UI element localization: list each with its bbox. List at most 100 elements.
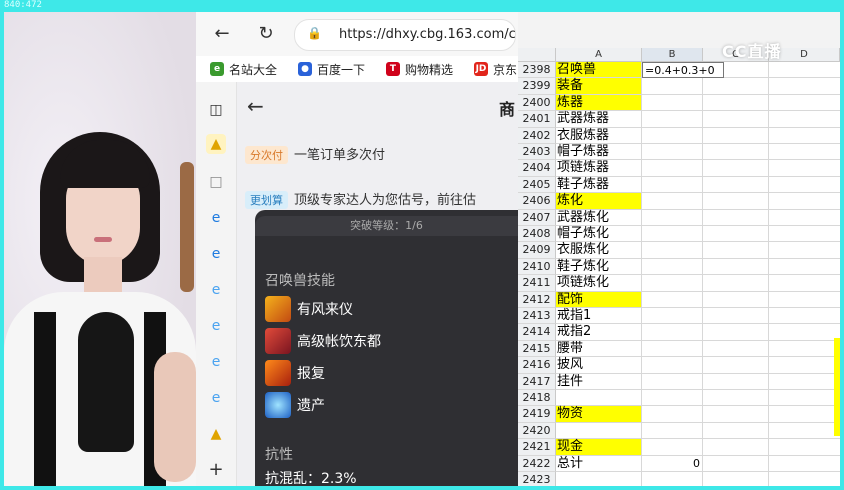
- cell-d[interactable]: [769, 160, 840, 177]
- cell-b[interactable]: [642, 422, 703, 440]
- cell-c[interactable]: [703, 439, 769, 456]
- cell-a[interactable]: 现金: [556, 439, 642, 456]
- row-number[interactable]: 2409: [518, 242, 556, 259]
- cell-a[interactable]: 披风: [556, 357, 642, 374]
- cell-c[interactable]: [703, 390, 769, 407]
- installment-row[interactable]: 分次付 一笔订单多次付: [245, 144, 385, 164]
- row-number[interactable]: 2402: [518, 127, 556, 144]
- cell-d[interactable]: [769, 374, 840, 390]
- row-number[interactable]: 2417: [518, 373, 556, 390]
- row-number[interactable]: 2422: [518, 455, 556, 472]
- skill-item[interactable]: 报复: [265, 360, 325, 386]
- cell-a[interactable]: [556, 472, 642, 486]
- cell-a[interactable]: 挂件: [556, 373, 642, 390]
- cell-d[interactable]: [769, 308, 840, 325]
- cell-a[interactable]: 武器炼器: [556, 111, 642, 128]
- cell-c[interactable]: [703, 422, 769, 440]
- row-number[interactable]: 2401: [518, 111, 556, 128]
- appraise-row[interactable]: 更划算 顶级专家达人为您估号，前往估: [245, 189, 476, 209]
- bookmark-item[interactable]: e 名站大全: [210, 60, 277, 78]
- cell-c[interactable]: [703, 357, 769, 374]
- cell-d[interactable]: [769, 144, 840, 161]
- cell-a[interactable]: 帽子炼化: [556, 226, 642, 243]
- row-number[interactable]: 2415: [518, 340, 556, 358]
- row-number[interactable]: 2414: [518, 324, 556, 341]
- cell-a[interactable]: 物资: [556, 406, 642, 423]
- cell-a[interactable]: 装备: [556, 78, 642, 95]
- cell-d[interactable]: [769, 226, 840, 243]
- cell-c[interactable]: [703, 94, 769, 112]
- cell-c[interactable]: [703, 258, 769, 276]
- cell-a[interactable]: 衣服炼器: [556, 127, 642, 144]
- row-number[interactable]: 2403: [518, 144, 556, 161]
- cell-a[interactable]: 炼化: [556, 193, 642, 210]
- row-number[interactable]: 2406: [518, 193, 556, 210]
- cell-b[interactable]: [642, 258, 703, 276]
- cell-c[interactable]: [703, 226, 769, 243]
- cell-d[interactable]: [769, 111, 840, 128]
- cell-d[interactable]: [769, 177, 840, 194]
- cell-a[interactable]: 武器炼化: [556, 209, 642, 226]
- cell-b[interactable]: [642, 390, 703, 407]
- row-number[interactable]: 2420: [518, 422, 556, 440]
- cell-b[interactable]: [642, 340, 703, 358]
- cell-a[interactable]: 项链炼化: [556, 275, 642, 292]
- cell-c[interactable]: [703, 160, 769, 177]
- document-icon[interactable]: □: [206, 172, 226, 192]
- cell-d[interactable]: [769, 95, 840, 112]
- cell-a[interactable]: 帽子炼器: [556, 144, 642, 161]
- cell-a[interactable]: 配饰: [556, 291, 642, 308]
- cell-d[interactable]: [769, 292, 840, 308]
- cell-c[interactable]: [703, 127, 769, 144]
- corner-cell[interactable]: [518, 48, 556, 62]
- row-number[interactable]: 2407: [518, 209, 556, 226]
- row-number[interactable]: 2400: [518, 94, 556, 112]
- row-number[interactable]: 2419: [518, 406, 556, 423]
- bookmark-item[interactable]: JD 京东: [474, 60, 517, 78]
- cell-d[interactable]: [769, 406, 840, 423]
- cell-d[interactable]: [769, 341, 840, 358]
- cell-b[interactable]: [642, 111, 703, 128]
- cell-b[interactable]: [642, 144, 703, 161]
- skill-item[interactable]: 遗产: [265, 392, 325, 418]
- cell-d[interactable]: [769, 78, 840, 95]
- cell-d[interactable]: [769, 193, 840, 210]
- cell-b[interactable]: [642, 226, 703, 243]
- cell-d[interactable]: [769, 210, 840, 226]
- cell-a[interactable]: [556, 422, 642, 440]
- cell-a[interactable]: 鞋子炼化: [556, 258, 642, 276]
- cell-b[interactable]: [642, 193, 703, 210]
- cell-c[interactable]: [703, 308, 769, 325]
- cell-b[interactable]: [642, 357, 703, 374]
- cell-c[interactable]: [703, 275, 769, 292]
- row-number[interactable]: 2413: [518, 308, 556, 325]
- cell-d[interactable]: [769, 423, 840, 440]
- column-header-a[interactable]: A: [556, 48, 642, 62]
- cell-b[interactable]: [642, 406, 703, 423]
- column-header-b[interactable]: B: [642, 48, 703, 62]
- cell-c[interactable]: [703, 324, 769, 341]
- page-back-arrow-icon[interactable]: ←: [247, 94, 264, 118]
- cell-b[interactable]: [642, 324, 703, 341]
- row-number[interactable]: 2408: [518, 226, 556, 243]
- cell-d[interactable]: [769, 62, 840, 79]
- cell-d[interactable]: [769, 128, 840, 144]
- formula-edit-cell[interactable]: =0.4+0.3+0: [642, 62, 724, 78]
- row-number[interactable]: 2398: [518, 62, 556, 79]
- cell-a[interactable]: 鞋子炼器: [556, 176, 642, 194]
- browser-e-icon[interactable]: e: [206, 280, 226, 300]
- browser-e-icon[interactable]: e: [206, 388, 226, 408]
- tabs-icon[interactable]: ◫: [206, 100, 226, 120]
- cell-b[interactable]: [642, 160, 703, 177]
- address-bar[interactable]: 🔒 https://dhxy.cbg.163.com/c: [294, 19, 516, 51]
- cell-c[interactable]: [703, 193, 769, 210]
- cell-d[interactable]: [769, 259, 840, 276]
- cell-c[interactable]: [703, 340, 769, 358]
- cell-d[interactable]: [769, 275, 840, 292]
- cell-a[interactable]: 腰带: [556, 340, 642, 358]
- row-number[interactable]: 2399: [518, 78, 556, 95]
- row-number[interactable]: 2405: [518, 176, 556, 194]
- browser-e-icon[interactable]: e: [206, 352, 226, 372]
- bookmark-item[interactable]: T 购物精选: [386, 60, 453, 78]
- cell-a[interactable]: 总计: [556, 455, 642, 472]
